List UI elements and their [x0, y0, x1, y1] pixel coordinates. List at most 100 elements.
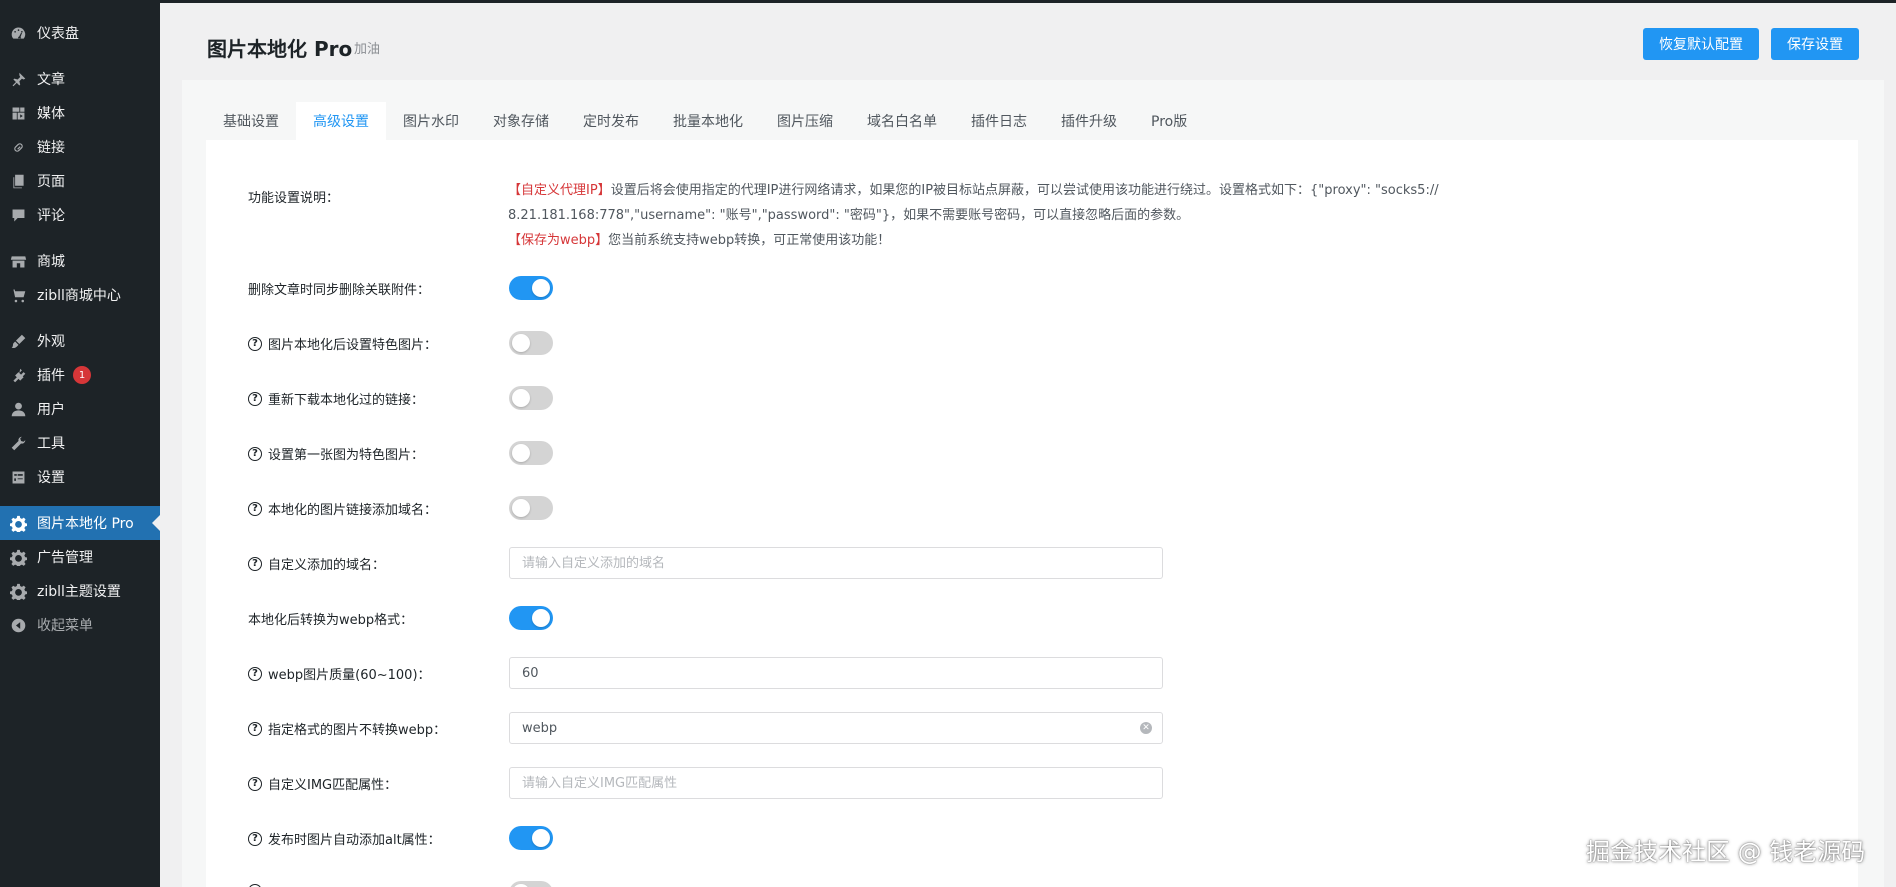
feature-description: 【自定义代理IP】设置后将会使用指定的代理IP进行网络请求，如果您的IP被目标站… — [508, 178, 1508, 253]
convert-webp-toggle[interactable] — [509, 606, 553, 630]
webp-exclude-input[interactable] — [509, 712, 1163, 744]
help-icon[interactable]: ? — [248, 721, 262, 736]
pin-icon — [9, 70, 27, 88]
help-icon[interactable]: ? — [248, 446, 262, 461]
webp-text: 您当前系统支持webp转换，可正常使用该功能！ — [608, 233, 891, 248]
sidebar-item-label: 图片本地化 Pro — [37, 516, 134, 532]
sidebar-item-label: 收起菜单 — [37, 618, 93, 634]
sidebar-item-label: 插件 — [37, 368, 65, 384]
custom-domain-input[interactable] — [509, 547, 1163, 579]
help-icon[interactable]: ? — [248, 556, 262, 571]
plugin-update-badge: 1 — [73, 366, 91, 384]
sidebar-item-tools[interactable]: 工具 — [0, 426, 160, 460]
dashboard-icon — [9, 24, 27, 42]
clear-icon[interactable]: ✕ — [1140, 722, 1152, 734]
tab-pro[interactable]: Pro版 — [1134, 102, 1204, 140]
redownload-toggle[interactable] — [509, 386, 553, 410]
sidebar-item-store[interactable]: 商城 — [0, 244, 160, 278]
sidebar-item-label: zibll主题设置 — [37, 584, 121, 600]
setting-row-first-image-featured: ? 设置第一张图为特色图片： — [206, 436, 1858, 470]
sidebar-item-zibll-store[interactable]: zibll商城中心 — [0, 278, 160, 312]
tab-plugin-log[interactable]: 插件日志 — [954, 102, 1044, 140]
setting-row-webp-exclude: ? 指定格式的图片不转换webp： ✕ — [206, 711, 1858, 745]
sidebar-item-ads[interactable]: 广告管理 — [0, 540, 160, 574]
tab-plugin-upgrade[interactable]: 插件升级 — [1044, 102, 1134, 140]
partial-toggle[interactable] — [509, 881, 553, 887]
setting-row-redownload: ? 重新下载本地化过的链接： — [206, 381, 1858, 415]
sidebar-item-label: 文章 — [37, 72, 65, 88]
help-icon[interactable]: ? — [248, 391, 262, 406]
webp-description: 【保存为webp】您当前系统支持webp转换，可正常使用该功能！ — [508, 228, 1508, 253]
proxy-description: 【自定义代理IP】设置后将会使用指定的代理IP进行网络请求，如果您的IP被目标站… — [508, 178, 1508, 203]
description-label: 功能设置说明： — [248, 191, 340, 206]
plugin-icon — [9, 366, 27, 384]
sidebar-item-label: 评论 — [37, 208, 65, 224]
setting-label: 本地化的图片链接添加域名： — [268, 503, 438, 518]
help-icon[interactable]: ? — [248, 501, 262, 516]
save-settings-button[interactable]: 保存设置 — [1771, 28, 1859, 60]
page-icon — [9, 172, 27, 190]
cart-icon — [9, 286, 27, 304]
sidebar-item-label: 工具 — [37, 436, 65, 452]
sidebar-item-settings[interactable]: 设置 — [0, 460, 160, 494]
tab-scheduled-publish[interactable]: 定时发布 — [566, 102, 656, 140]
help-icon[interactable]: ? — [248, 666, 262, 681]
sidebar-item-comments[interactable]: 评论 — [0, 198, 160, 232]
sidebar-item-posts[interactable]: 文章 — [0, 62, 160, 96]
settings-tabs: 基础设置 高级设置 图片水印 对象存储 定时发布 批量本地化 图片压缩 域名白名… — [206, 102, 1204, 140]
sidebar-item-label: 商城 — [37, 254, 65, 270]
add-domain-toggle[interactable] — [509, 496, 553, 520]
setting-row-img-attr: ? 自定义IMG匹配属性： — [206, 766, 1858, 800]
media-icon — [9, 104, 27, 122]
sidebar-item-pages[interactable]: 页面 — [0, 164, 160, 198]
gear-icon — [9, 582, 27, 600]
wrench-icon — [9, 434, 27, 452]
first-image-featured-toggle[interactable] — [509, 441, 553, 465]
tab-batch-localize[interactable]: 批量本地化 — [656, 102, 760, 140]
img-attr-input[interactable] — [509, 767, 1163, 799]
tab-watermark[interactable]: 图片水印 — [386, 102, 476, 140]
webp-tag: 【保存为webp】 — [508, 233, 609, 248]
sidebar-item-appearance[interactable]: 外观 — [0, 324, 160, 358]
setting-label: webp图片质量(60~100)： — [268, 668, 431, 683]
proxy-tag: 【自定义代理IP】 — [508, 183, 611, 198]
setting-row-add-domain: ? 本地化的图片链接添加域名： — [206, 491, 1858, 525]
setting-label: 自定义IMG匹配属性： — [268, 778, 398, 793]
brush-icon — [9, 332, 27, 350]
sidebar-item-image-localize-pro[interactable]: 图片本地化 Pro — [0, 506, 160, 540]
page-title: 图片本地化 Pro — [207, 37, 353, 61]
help-icon[interactable]: ? — [248, 831, 262, 846]
tab-advanced[interactable]: 高级设置 — [296, 102, 386, 140]
help-icon[interactable]: ? — [248, 336, 262, 351]
sidebar-item-dashboard[interactable]: 仪表盘 — [0, 16, 160, 50]
sidebar-item-links[interactable]: 链接 — [0, 130, 160, 164]
collapse-icon — [9, 616, 27, 634]
sidebar-item-media[interactable]: 媒体 — [0, 96, 160, 130]
delete-attachments-toggle[interactable] — [509, 276, 553, 300]
help-icon[interactable]: ? — [248, 776, 262, 791]
setting-label: 发布时图片自动添加alt属性： — [268, 833, 441, 848]
page-header: 图片本地化 Pro 加油 恢复默认配置 保存设置 — [160, 3, 1896, 79]
sidebar-item-plugins[interactable]: 插件 1 — [0, 358, 160, 392]
tab-object-storage[interactable]: 对象存储 — [476, 102, 566, 140]
restore-defaults-button[interactable]: 恢复默认配置 — [1643, 28, 1759, 60]
page-subtitle: 加油 — [354, 42, 381, 57]
gear-icon — [9, 514, 27, 532]
tab-basic[interactable]: 基础设置 — [206, 102, 296, 140]
set-featured-toggle[interactable] — [509, 331, 553, 355]
auto-alt-toggle[interactable] — [509, 826, 553, 850]
proxy-description-cont: 8.21.181.168:778","username": "账号","pass… — [508, 208, 1190, 223]
sidebar-item-users[interactable]: 用户 — [0, 392, 160, 426]
sidebar-item-label: 外观 — [37, 334, 65, 350]
tab-domain-whitelist[interactable]: 域名白名单 — [850, 102, 954, 140]
tab-image-compress[interactable]: 图片压缩 — [760, 102, 850, 140]
setting-row-partial: ? — [206, 876, 1858, 887]
sidebar-item-label: 用户 — [37, 402, 65, 418]
sidebar-collapse-menu[interactable]: 收起菜单 — [0, 608, 160, 642]
sidebar-item-zibll-theme[interactable]: zibll主题设置 — [0, 574, 160, 608]
admin-sidebar: 仪表盘 文章 媒体 链接 页面 评论 商城 zibll商城中心 外观 插件 1 … — [0, 0, 160, 887]
setting-label: 自定义添加的域名： — [268, 558, 386, 573]
sidebar-item-label: 页面 — [37, 174, 65, 190]
webp-quality-input[interactable] — [509, 657, 1163, 689]
setting-row-convert-webp: 本地化后转换为webp格式： — [206, 601, 1858, 635]
